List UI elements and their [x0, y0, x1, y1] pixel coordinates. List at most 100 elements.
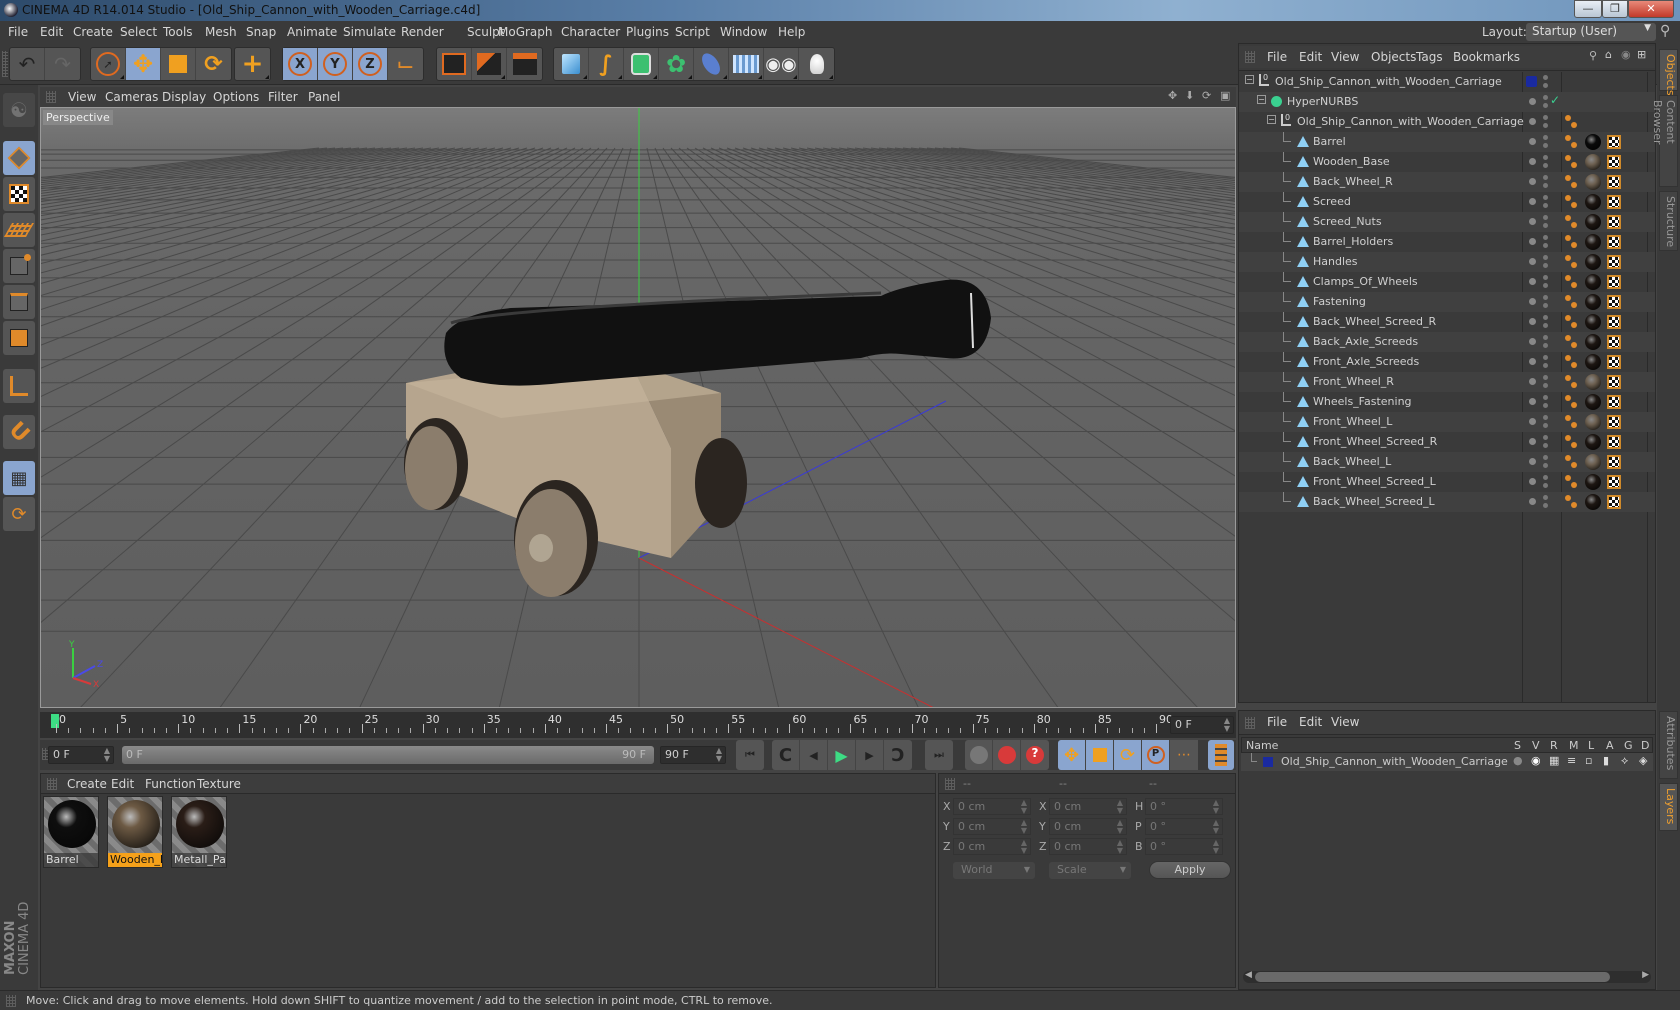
uvw-tag-icon[interactable]	[1607, 275, 1621, 289]
layer-column-s[interactable]: S	[1514, 739, 1521, 752]
new-window-icon[interactable]: ⊞	[1637, 48, 1646, 61]
uvw-tag-icon[interactable]	[1607, 255, 1621, 269]
object-row[interactable]: Front_Wheel_Screed_R	[1239, 432, 1655, 452]
object-row[interactable]: Screed	[1239, 192, 1655, 212]
spline-button[interactable]: ∫	[589, 48, 624, 80]
phong-tag-icon[interactable]	[1565, 115, 1579, 129]
uvw-tag-icon[interactable]	[1607, 395, 1621, 409]
editor-visibility-dot[interactable]	[1529, 258, 1536, 265]
uvw-tag-icon[interactable]	[1607, 475, 1621, 489]
move-tool-button[interactable]: ✥	[126, 48, 161, 80]
spinner-icon[interactable]: ▲ ▼	[1117, 799, 1123, 815]
phong-tag-icon[interactable]	[1565, 335, 1579, 349]
uvw-tag-icon[interactable]	[1607, 155, 1621, 169]
object-menu-bookmarks[interactable]: Bookmarks	[1453, 50, 1520, 64]
render-visibility-dots[interactable]	[1543, 335, 1548, 349]
menu-file[interactable]: File	[8, 25, 28, 39]
phong-tag-icon[interactable]	[1565, 215, 1579, 229]
next-key-button[interactable]: Ɔ	[884, 740, 912, 770]
live-selection-button[interactable]: ➚	[91, 48, 126, 80]
phong-tag-icon[interactable]	[1565, 155, 1579, 169]
timeline-window-button[interactable]	[1208, 740, 1234, 770]
uvw-tag-icon[interactable]	[1607, 195, 1621, 209]
object-row[interactable]: Back_Wheel_Screed_R	[1239, 312, 1655, 332]
object-row[interactable]: Clamps_Of_Wheels	[1239, 272, 1655, 292]
phong-tag-icon[interactable]	[1565, 315, 1579, 329]
material-tag-icon[interactable]	[1585, 314, 1601, 330]
spinner-icon[interactable]: ▲ ▼	[1021, 839, 1027, 855]
rotate-track-button[interactable]: ⟳	[1114, 740, 1142, 770]
coordinate-system-button[interactable]: ⌙	[388, 48, 423, 80]
animation-icon[interactable]: ▮	[1603, 754, 1609, 767]
material-menu-function[interactable]: Function	[145, 777, 196, 791]
object-menu-objects[interactable]: Objects	[1371, 50, 1416, 64]
expand-toggle-icon[interactable]: −	[1267, 115, 1276, 124]
uvw-tag-icon[interactable]	[1607, 455, 1621, 469]
object-menu-edit[interactable]: Edit	[1299, 50, 1322, 64]
tab-content-browser[interactable]: Content Browser	[1651, 95, 1678, 187]
object-row[interactable]: Screed_Nuts	[1239, 212, 1655, 232]
coord-field[interactable]: 0 cm ▲ ▼	[1049, 838, 1127, 855]
coordinate-grip[interactable]	[945, 778, 955, 790]
phong-tag-icon[interactable]	[1565, 435, 1579, 449]
solo-dot-icon[interactable]: ●	[1513, 754, 1523, 767]
floor-button[interactable]	[729, 48, 764, 80]
material-menu-create[interactable]: Create	[67, 777, 107, 791]
object-row[interactable]: Front_Wheel_L	[1239, 412, 1655, 432]
uvw-tag-icon[interactable]	[1607, 415, 1621, 429]
coordinate-mode-dropdown[interactable]: World ▼	[953, 862, 1035, 879]
render-visibility-dots[interactable]	[1543, 295, 1548, 309]
uvw-tag-icon[interactable]	[1607, 435, 1621, 449]
material-tag-icon[interactable]	[1585, 434, 1601, 450]
render-visibility-dots[interactable]	[1543, 435, 1548, 449]
render-visibility-dots[interactable]	[1543, 495, 1548, 509]
object-row[interactable]: − HyperNURBS ✓	[1239, 92, 1655, 112]
layer-column-d[interactable]: D	[1641, 739, 1649, 752]
current-frame-marker[interactable]	[51, 714, 59, 728]
manager-tree-icon[interactable]: ≡	[1567, 754, 1576, 767]
layer-color-swatch[interactable]	[1526, 76, 1537, 87]
editor-visibility-dot[interactable]	[1529, 98, 1536, 105]
editor-visibility-dot[interactable]	[1529, 418, 1536, 425]
render-visibility-dots[interactable]	[1543, 275, 1548, 289]
object-row[interactable]: Back_Wheel_R	[1239, 172, 1655, 192]
coord-field[interactable]: 0 cm ▲ ▼	[1049, 818, 1127, 835]
rotate-tool-button[interactable]: ⟳	[196, 48, 231, 80]
phong-tag-icon[interactable]	[1565, 415, 1579, 429]
menu-animate[interactable]: Animate	[287, 25, 337, 39]
layer-menu-edit[interactable]: Edit	[1299, 715, 1322, 729]
points-mode-button[interactable]	[3, 249, 35, 283]
scroll-left-icon[interactable]: ◀	[1245, 970, 1252, 980]
uvw-tag-icon[interactable]	[1607, 295, 1621, 309]
editor-visibility-dot[interactable]	[1529, 358, 1536, 365]
material-menu-edit[interactable]: Edit	[111, 777, 134, 791]
spinner-icon[interactable]: ▲ ▼	[1021, 819, 1027, 835]
render-visibility-dots[interactable]	[1543, 235, 1548, 249]
enabled-check-icon[interactable]: ✓	[1550, 93, 1560, 107]
layout-dropdown[interactable]: Startup (User) ▼	[1526, 23, 1656, 41]
lock-icon[interactable]: ▫	[1585, 754, 1592, 767]
tab-layers[interactable]: Layers	[1659, 783, 1678, 831]
menu-select[interactable]: Select	[120, 25, 157, 39]
viewport-menu-cameras[interactable]: Cameras	[105, 90, 158, 104]
material-tag-icon[interactable]	[1585, 394, 1601, 410]
render-visibility-dots[interactable]	[1543, 415, 1548, 429]
timeline-ruler[interactable]: 0 5 10 15 20 25 30 35 40 45 50 55 60 65 70 75 80 85 90 0 F…	[40, 712, 1236, 738]
minimize-button[interactable]: —	[1574, 0, 1602, 18]
editor-visibility-dot[interactable]	[1529, 458, 1536, 465]
phong-tag-icon[interactable]	[1565, 135, 1579, 149]
editor-visibility-dot[interactable]	[1529, 478, 1536, 485]
material-tag-icon[interactable]	[1585, 494, 1601, 510]
object-row[interactable]: −0 Old_Ship_Cannon_with_Wooden_Carriage	[1239, 72, 1655, 92]
layer-column-g[interactable]: G	[1624, 739, 1633, 752]
start-frame-field[interactable]: 0 F ▲ ▼	[48, 746, 114, 764]
phong-tag-icon[interactable]	[1565, 175, 1579, 189]
phong-tag-icon[interactable]	[1565, 235, 1579, 249]
play-button[interactable]: ▶	[828, 740, 856, 770]
menu-edit[interactable]: Edit	[40, 25, 63, 39]
previous-frame-button[interactable]: ◀	[800, 740, 828, 770]
toolbar-grip[interactable]	[2, 51, 8, 77]
layer-menu-file[interactable]: File	[1267, 715, 1287, 729]
editor-visibility-dot[interactable]	[1529, 298, 1536, 305]
generator-icon[interactable]: ⟡	[1621, 754, 1628, 768]
